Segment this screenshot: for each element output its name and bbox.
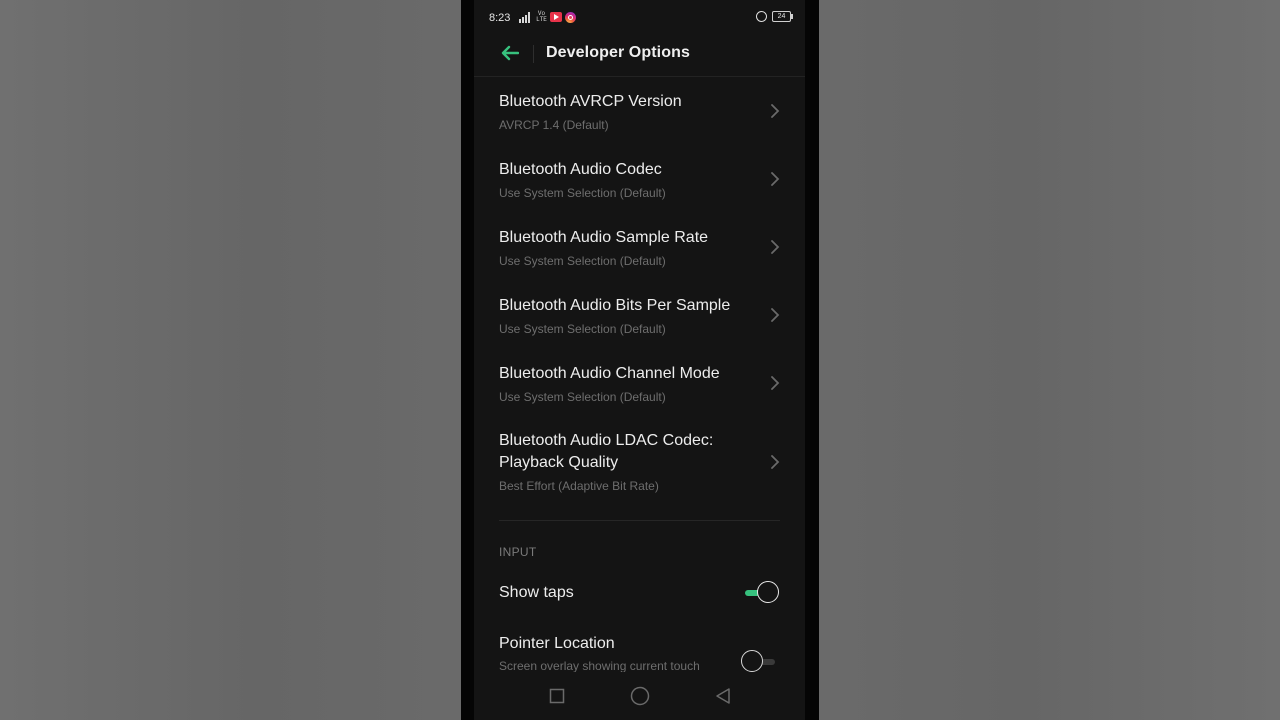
signal-icon — [519, 11, 533, 23]
home-circle-icon — [630, 686, 650, 706]
page-title: Developer Options — [546, 44, 690, 61]
setting-title: Bluetooth AVRCP Version — [499, 93, 682, 110]
setting-title: Bluetooth Audio Channel Mode — [499, 365, 720, 382]
setting-bluetooth-audio-sample-rate[interactable]: Bluetooth Audio Sample Rate Use System S… — [474, 213, 805, 281]
setting-pointer-location[interactable]: Pointer Location Screen overlay showing … — [474, 622, 805, 674]
chevron-right-icon — [771, 172, 780, 186]
back-button[interactable] — [496, 40, 524, 66]
setting-summary: Use System Selection (Default) — [499, 254, 666, 268]
recents-button[interactable] — [545, 684, 569, 708]
setting-bluetooth-audio-channel-mode[interactable]: Bluetooth Audio Channel Mode Use System … — [474, 349, 805, 417]
toggle-knob — [757, 581, 779, 603]
youtube-notification-icon — [550, 12, 562, 22]
home-button[interactable] — [628, 684, 652, 708]
alarm-icon — [756, 11, 767, 22]
setting-bluetooth-audio-bits-per-sample[interactable]: Bluetooth Audio Bits Per Sample Use Syst… — [474, 281, 805, 349]
back-arrow-icon — [501, 45, 519, 61]
setting-summary: Use System Selection (Default) — [499, 186, 666, 200]
setting-title: Bluetooth Audio Codec — [499, 161, 662, 178]
status-bar: 8:23 Vo LTE 24 — [474, 0, 805, 36]
setting-bluetooth-audio-ldac-codec[interactable]: Bluetooth Audio LDAC Codec: Playback Qua… — [474, 417, 805, 507]
status-icons-right: 24 — [756, 11, 793, 22]
setting-title-line2: Playback Quality — [499, 454, 619, 471]
setting-bluetooth-audio-codec[interactable]: Bluetooth Audio Codec Use System Selecti… — [474, 145, 805, 213]
instagram-notification-icon — [565, 11, 576, 23]
setting-summary: AVRCP 1.4 (Default) — [499, 118, 609, 132]
chevron-right-icon — [771, 376, 780, 390]
setting-bluetooth-avrcp-version[interactable]: Bluetooth AVRCP Version AVRCP 1.4 (Defau… — [474, 77, 805, 145]
section-divider — [499, 520, 780, 521]
recents-square-icon — [549, 688, 565, 704]
chevron-right-icon — [771, 455, 780, 469]
setting-summary: Use System Selection (Default) — [499, 322, 666, 336]
header-divider — [533, 45, 534, 63]
setting-title: Pointer Location — [499, 635, 615, 652]
show-taps-toggle[interactable] — [740, 580, 782, 606]
navigation-bar — [474, 672, 805, 720]
chevron-right-icon — [771, 104, 780, 118]
setting-show-taps[interactable]: Show taps — [474, 570, 805, 616]
chevron-right-icon — [771, 308, 780, 322]
setting-summary: Screen overlay showing current touch — [499, 659, 700, 673]
app-header: Developer Options — [474, 36, 805, 77]
setting-title-line1: Bluetooth Audio LDAC Codec: — [499, 432, 714, 449]
battery-icon: 24 — [772, 11, 793, 22]
setting-title: Show taps — [499, 584, 574, 601]
status-time: 8:23 — [489, 12, 511, 24]
setting-summary: Best Effort (Adaptive Bit Rate) — [499, 479, 659, 493]
phone-screen: 8:23 Vo LTE 24 Developer Options Bluetoo… — [474, 0, 805, 720]
setting-title: Bluetooth Audio Sample Rate — [499, 229, 709, 246]
status-icons-left: Vo LTE — [519, 11, 576, 23]
back-triangle-icon — [716, 688, 730, 704]
chevron-right-icon — [771, 240, 780, 254]
toggle-knob — [741, 650, 763, 672]
back-nav-button[interactable] — [711, 684, 735, 708]
volte-icon: Vo LTE — [536, 10, 547, 23]
section-header-input: INPUT — [499, 545, 537, 559]
setting-title: Bluetooth Audio Bits Per Sample — [499, 297, 731, 314]
setting-summary: Use System Selection (Default) — [499, 390, 666, 404]
